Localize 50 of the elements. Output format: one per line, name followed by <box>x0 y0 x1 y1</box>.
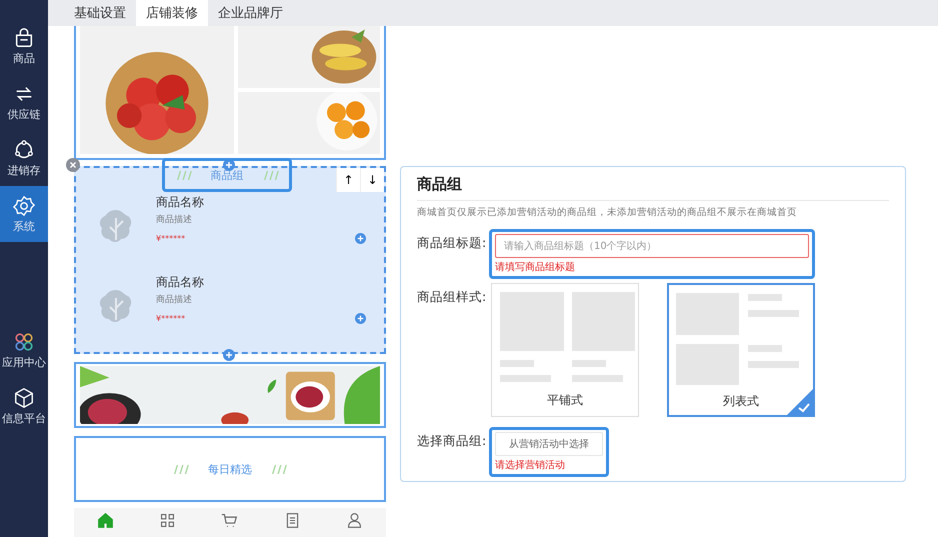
stripes-icon <box>174 170 192 180</box>
sidebar-item[interactable]: 进销存 <box>0 130 48 186</box>
check-icon <box>787 389 813 415</box>
nav-icon <box>96 512 114 529</box>
field-label: 选择商品组: <box>417 432 488 450</box>
stripes-icon <box>172 464 190 474</box>
clover-icon <box>13 330 35 352</box>
close-icon[interactable] <box>66 158 80 172</box>
nav-icon <box>221 512 238 529</box>
tab[interactable]: 基础设置 <box>64 0 136 26</box>
product-name: 商品名称 <box>156 194 204 210</box>
sidebar-item[interactable]: 应用中心 <box>0 322 48 378</box>
tab[interactable]: 企业品牌厅 <box>208 0 293 26</box>
cube-icon <box>13 386 35 408</box>
select-activity-button[interactable]: 从营销活动中选择 <box>495 432 603 456</box>
move-button[interactable]: ↑ <box>336 168 360 192</box>
product-price: ¥****** <box>156 314 186 322</box>
sidebar-item[interactable]: 系统 <box>0 186 48 242</box>
block-title: 每日精选 <box>208 462 252 476</box>
bag-icon <box>13 26 35 48</box>
error-message: 请选择营销活动 <box>495 458 566 472</box>
sidebar-item[interactable]: 信息平台 <box>0 378 48 434</box>
sidebar-item[interactable]: 供应链 <box>0 74 48 130</box>
error-message: 请填写商品组标题 <box>495 260 576 274</box>
tab[interactable]: 店铺装修 <box>136 0 208 26</box>
product-description: 商品描述 <box>156 214 193 226</box>
nav-icon <box>346 512 364 529</box>
stripes-icon <box>270 464 288 474</box>
move-button[interactable]: ↓ <box>360 168 384 192</box>
style-option[interactable]: 平铺式 <box>491 283 639 417</box>
nav-icon <box>159 512 176 529</box>
cycle-icon <box>13 138 35 160</box>
stripes-icon <box>262 170 280 180</box>
sidebar-item[interactable]: 商品 <box>0 18 48 74</box>
product-description: 商品描述 <box>156 294 193 306</box>
title-input[interactable]: 请输入商品组标题（10个字以内） <box>495 234 809 258</box>
product-price: ¥****** <box>156 234 186 242</box>
settings-icon <box>13 194 35 216</box>
add-icon[interactable] <box>355 233 366 244</box>
field-label: 商品组样式: <box>417 288 488 306</box>
product-name: 商品名称 <box>156 274 204 290</box>
panel-note: 商城首页仅展示已添加营销活动的商品组，未添加营销活动的商品组不展示在商城首页 <box>417 206 798 219</box>
banner-block[interactable] <box>74 362 386 428</box>
add-icon[interactable] <box>223 349 235 361</box>
field-label: 商品组标题: <box>417 234 488 252</box>
add-icon[interactable] <box>355 313 366 324</box>
panel-title: 商品组 <box>417 175 889 201</box>
group-title: 商品组 <box>210 168 244 182</box>
style-option[interactable]: 列表式 <box>667 283 815 417</box>
add-icon[interactable] <box>223 159 235 171</box>
